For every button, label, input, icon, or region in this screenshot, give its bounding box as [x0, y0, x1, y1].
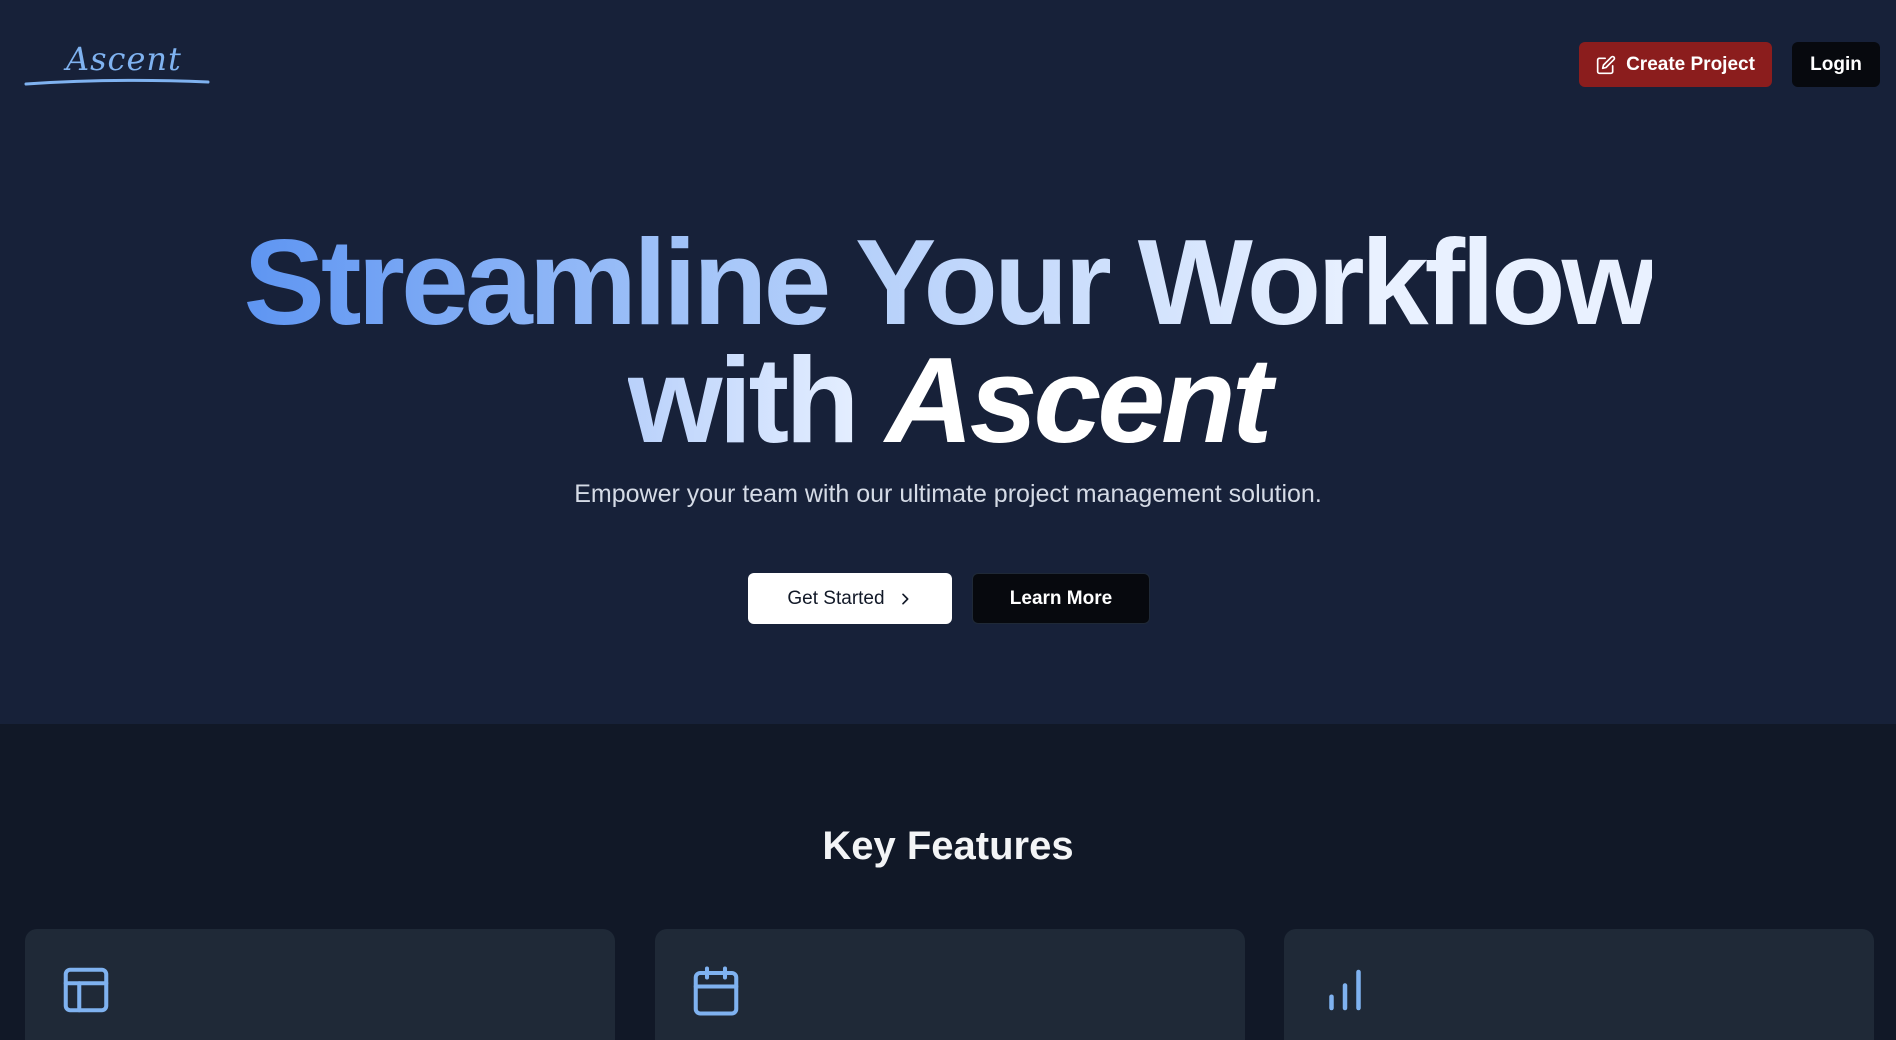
feature-card	[655, 929, 1245, 1040]
hero-title-line1: Streamline Your Workflow	[243, 214, 1657, 350]
features-section: Key Features	[0, 724, 1896, 1040]
hero-title-accent: Ascent	[885, 332, 1273, 468]
create-project-button[interactable]: Create Project	[1579, 42, 1772, 87]
feature-card	[1284, 929, 1874, 1040]
edit-icon	[1596, 55, 1616, 74]
hero-headline: Streamline Your Workflow with Ascent	[0, 221, 1896, 461]
learn-more-button[interactable]: Learn More	[972, 573, 1150, 624]
layout-icon	[63, 967, 109, 1013]
login-button[interactable]: Login	[1792, 42, 1880, 87]
logo-text: Ascent	[66, 40, 182, 78]
get-started-button[interactable]: Get Started	[748, 573, 952, 624]
hero-title-with: with	[627, 332, 860, 468]
logo[interactable]: Ascent	[24, 36, 212, 92]
bar-chart-icon	[1329, 969, 1361, 1011]
feature-card	[25, 929, 615, 1040]
get-started-label: Get Started	[787, 587, 885, 609]
calendar-icon	[693, 966, 739, 1016]
hero-section: Streamline Your Workflow with Ascent Emp…	[0, 130, 1896, 724]
header: Ascent Create Project Login	[0, 0, 1896, 130]
hero-subtitle: Empower your team with our ultimate proj…	[574, 480, 1322, 508]
chevron-right-icon	[901, 593, 909, 604]
create-project-label: Create Project	[1626, 53, 1755, 75]
logo-underline	[24, 78, 210, 86]
features-title: Key Features	[822, 824, 1074, 868]
